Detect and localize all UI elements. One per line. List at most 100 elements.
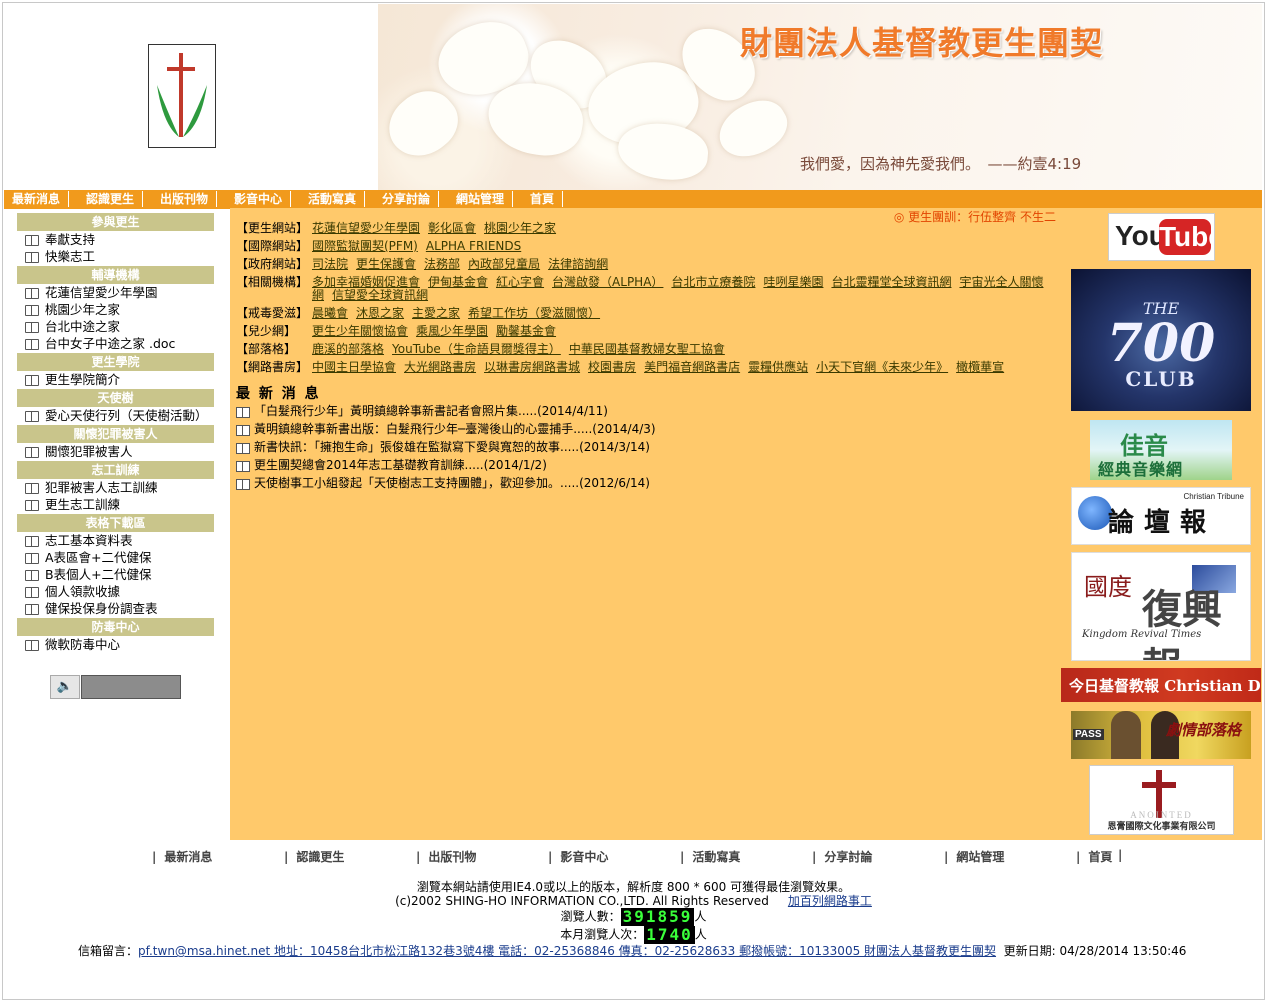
- nav-home[interactable]: 首頁: [522, 191, 564, 207]
- sidebar-item-volunteer[interactable]: 快樂志工: [17, 248, 214, 265]
- cross-logo-icon[interactable]: [148, 44, 216, 148]
- jiayin-music-banner[interactable]: 佳音 經典音樂網: [1090, 420, 1232, 480]
- external-link[interactable]: 靈糧供應站: [748, 360, 808, 374]
- external-link[interactable]: 多加幸福婚姻促進會: [312, 275, 420, 289]
- christian-daily-banner[interactable]: 今日基督教報 Christian Daily: [1061, 668, 1261, 702]
- anointed-banner[interactable]: ANOINTED 恩膏國際文化事業有限公司: [1089, 765, 1234, 835]
- external-link[interactable]: 彰化區會: [428, 221, 476, 235]
- sidebar-item-antivirus[interactable]: 微軟防毒中心: [17, 636, 214, 653]
- external-link[interactable]: 中華民國基督教婦女聖工協會: [569, 342, 725, 356]
- link-category-label: 【更生網站】: [236, 221, 309, 235]
- gabriel-ministry-link[interactable]: 加百列網路事工: [788, 894, 872, 908]
- sidebar-item-angel-tree[interactable]: 愛心天使行列（天使樹活動）: [17, 407, 214, 424]
- main-panel: ◎ 更生團訓：行伍整齊 不生二 【更生網站】 花蓮信望愛少年學園 彰化區會 桃園少年之…: [230, 208, 1058, 840]
- sidebar-item-volunteer-training[interactable]: 更生志工訓練: [17, 496, 214, 513]
- external-link[interactable]: 主愛之家: [412, 306, 460, 320]
- nav-activity-photos[interactable]: 活動寫真: [300, 191, 366, 207]
- external-link[interactable]: 希望工作坊（愛滋關懷）: [468, 306, 600, 320]
- audio-progress-bar[interactable]: [81, 675, 181, 699]
- external-link[interactable]: 紅心字會: [496, 275, 544, 289]
- pass-blog-banner[interactable]: PASS 劇情部落格: [1071, 711, 1251, 759]
- external-link[interactable]: 伊甸基金會: [428, 275, 488, 289]
- external-link[interactable]: 哇咧星樂園: [763, 275, 823, 289]
- nav-about[interactable]: 認識更生: [78, 191, 144, 207]
- youtube-banner[interactable]: YouTube: [1108, 213, 1215, 261]
- nav-latest-news[interactable]: 最新消息: [4, 191, 70, 207]
- kingdom-revival-banner[interactable]: 國度 復興報 Kingdom Revival Times: [1071, 552, 1251, 661]
- external-link[interactable]: ALPHA FRIENDS: [426, 239, 521, 253]
- news-item[interactable]: 天使樹事工小組發起「天使樹志工支持團體」，歡迎參加。.....(2012/6/1…: [236, 474, 1036, 492]
- sidebar-item-form-volunteer[interactable]: 志工基本資料表: [17, 532, 214, 549]
- news-item[interactable]: 「白髮飛行少年」黃明鎮總幹事新書記者會照片集.....(2014/4/11): [236, 402, 1036, 420]
- external-link[interactable]: 鹿溪的部落格: [312, 342, 384, 356]
- external-link[interactable]: 國際監獄團契(PFM): [312, 239, 418, 253]
- external-link[interactable]: 校園書房: [588, 360, 636, 374]
- external-link[interactable]: 司法院: [312, 257, 348, 271]
- footer-nav-home[interactable]: 首頁: [1076, 848, 1112, 865]
- nav-media-center[interactable]: 影音中心: [226, 191, 292, 207]
- external-link[interactable]: 中國主日學協會: [312, 360, 396, 374]
- nav-site-admin[interactable]: 網站管理: [448, 191, 514, 207]
- sidebar-item-academy-intro[interactable]: 更生學院簡介: [17, 371, 214, 388]
- news-item[interactable]: 更生團契總會2014年志工基礎教育訓練.....(2014/1/2): [236, 456, 1036, 474]
- external-link[interactable]: 乘風少年學園: [416, 324, 488, 338]
- sidebar-item-victim-training[interactable]: 犯罪被害人志工訓練: [17, 479, 214, 496]
- book-icon: [25, 536, 39, 547]
- link-directory: 【更生網站】 花蓮信望愛少年學園 彰化區會 桃園少年之家 【國際網站】 國際監獄團契(PF…: [236, 222, 1054, 379]
- external-link[interactable]: 更生保護會: [356, 257, 416, 271]
- sidebar-item-taipei-halfway[interactable]: 台北中途之家: [17, 318, 214, 335]
- sidebar-item-hualien[interactable]: 花蓮信望愛少年學園: [17, 284, 214, 301]
- book-icon: [236, 461, 250, 472]
- external-link[interactable]: 台北市立療養院: [671, 275, 755, 289]
- external-link[interactable]: 信望愛全球資訊網: [332, 288, 428, 302]
- external-link[interactable]: 法務部: [424, 257, 460, 271]
- external-link[interactable]: 大光網路書房: [404, 360, 476, 374]
- footer-nav-discussion[interactable]: 分享討論: [812, 848, 872, 865]
- section-title: 天使樹: [17, 389, 214, 407]
- external-link[interactable]: 法律諮詢網: [548, 257, 608, 271]
- link-row: 【網路書房】 中國主日學協會 大光網路書房 以琳書房網路書城 校園書房 美門福音網路書店靈…: [236, 361, 1054, 374]
- external-link[interactable]: 以琳書房網路書城: [484, 360, 580, 374]
- nav-discussion[interactable]: 分享討論: [374, 191, 440, 207]
- footer-nav-latest-news[interactable]: 最新消息: [152, 848, 212, 865]
- audio-player[interactable]: 🔈: [50, 675, 181, 699]
- 700-club-banner[interactable]: THE 700 CLUB: [1071, 269, 1251, 411]
- external-link[interactable]: 台北靈糧堂全球資訊網: [831, 275, 951, 289]
- sidebar-item-form-a[interactable]: A表區會+二代健保: [17, 549, 214, 566]
- sidebar-item-victim-care[interactable]: 關懷犯罪被害人: [17, 443, 214, 460]
- external-link[interactable]: 晨曦會: [312, 306, 348, 320]
- sidebar-item-taoyuan[interactable]: 桃園少年之家: [17, 301, 214, 318]
- external-link[interactable]: YouTube（生命語貝爾獎得主）: [392, 342, 561, 356]
- external-link[interactable]: 花蓮信望愛少年學園: [312, 221, 420, 235]
- external-link[interactable]: 桃園少年之家: [484, 221, 556, 235]
- sidebar-item-form-insurance[interactable]: 健保投保身份調查表: [17, 600, 214, 617]
- footer-nav-photos[interactable]: 活動寫真: [680, 848, 740, 865]
- external-link[interactable]: 更生少年關懷協會: [312, 324, 408, 338]
- external-link[interactable]: 美門福音網路書店: [644, 360, 740, 374]
- external-link[interactable]: 小天下官網《未來少年》: [816, 360, 948, 374]
- footer-nav-publications[interactable]: 出版刊物: [416, 848, 476, 865]
- nav-publications[interactable]: 出版刊物: [152, 191, 218, 207]
- news-heading: 最 新 消 息: [236, 386, 321, 402]
- external-link[interactable]: 橄欖華宣: [956, 360, 1004, 374]
- section-title: 志工訓練: [17, 461, 214, 479]
- footer-nav-about[interactable]: 認識更生: [284, 848, 344, 865]
- link-list: 國際監獄團契(PFM) ALPHA FRIENDS: [312, 240, 1054, 253]
- external-link[interactable]: 勵馨基金會: [496, 324, 556, 338]
- sidebar-item-form-receipt[interactable]: 個人領款收據: [17, 583, 214, 600]
- sidebar-item-form-b[interactable]: B表個人+二代健保: [17, 566, 214, 583]
- sidebar-item-taichung-halfway[interactable]: 台中女子中途之家 .doc: [17, 335, 214, 352]
- contact-line: 信箱留言：pf.twn@msa.hinet.net 地址：10458台北市松江路…: [78, 942, 1186, 959]
- news-item[interactable]: 黃明鎮總幹事新書出版：白髮飛行少年─臺灣後山的心靈捕手.....(2014/4/…: [236, 420, 1036, 438]
- christian-tribune-banner[interactable]: 論壇報 Christian Tribune: [1071, 487, 1251, 545]
- footer-nav-media[interactable]: 影音中心: [548, 848, 608, 865]
- external-link[interactable]: 台灣啟發（ALPHA）: [552, 275, 663, 289]
- speaker-icon[interactable]: 🔈: [50, 675, 80, 699]
- footer-nav-admin[interactable]: 網站管理: [944, 848, 1004, 865]
- sidebar-item-donate[interactable]: 奉獻支持: [17, 231, 214, 248]
- book-icon: [236, 443, 250, 454]
- news-item[interactable]: 新書快訊：「擁抱生命」張俊雄在監獄寫下愛與寬恕的故事.....(2014/3/1…: [236, 438, 1036, 456]
- external-link[interactable]: 沐恩之家: [356, 306, 404, 320]
- external-link[interactable]: 內政部兒童局: [468, 257, 540, 271]
- contact-email-link[interactable]: pf.twn@msa.hinet.net 地址：10458台北市松江路132巷3…: [138, 944, 996, 958]
